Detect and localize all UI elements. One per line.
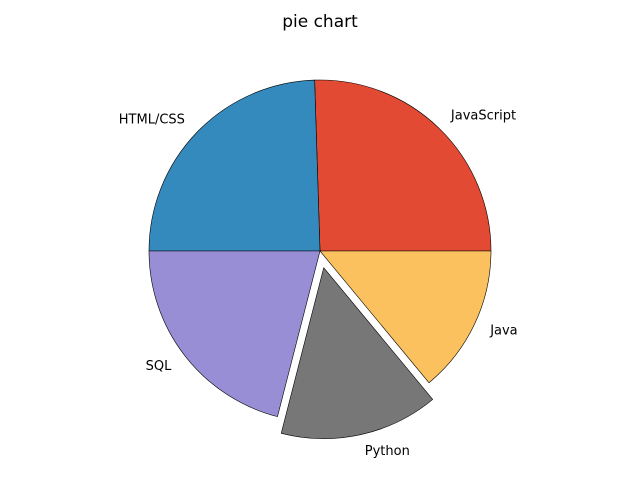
pie-label-python: Python [365,444,410,459]
pie-chart: JavaScript HTML/CSS SQL Python Java [119,79,518,459]
chart-figure: pie chart JavaScript HTML/CSS SQL Python Jav… [0,0,640,480]
pie-label-java: Java [489,324,517,339]
pie-slice-html-css [148,79,321,252]
pie-label-sql: SQL [146,359,172,374]
pie-label-javascript: JavaScript [450,108,516,123]
pie-slice-javascript [314,79,492,252]
pie-label-html-css: HTML/CSS [119,113,185,128]
